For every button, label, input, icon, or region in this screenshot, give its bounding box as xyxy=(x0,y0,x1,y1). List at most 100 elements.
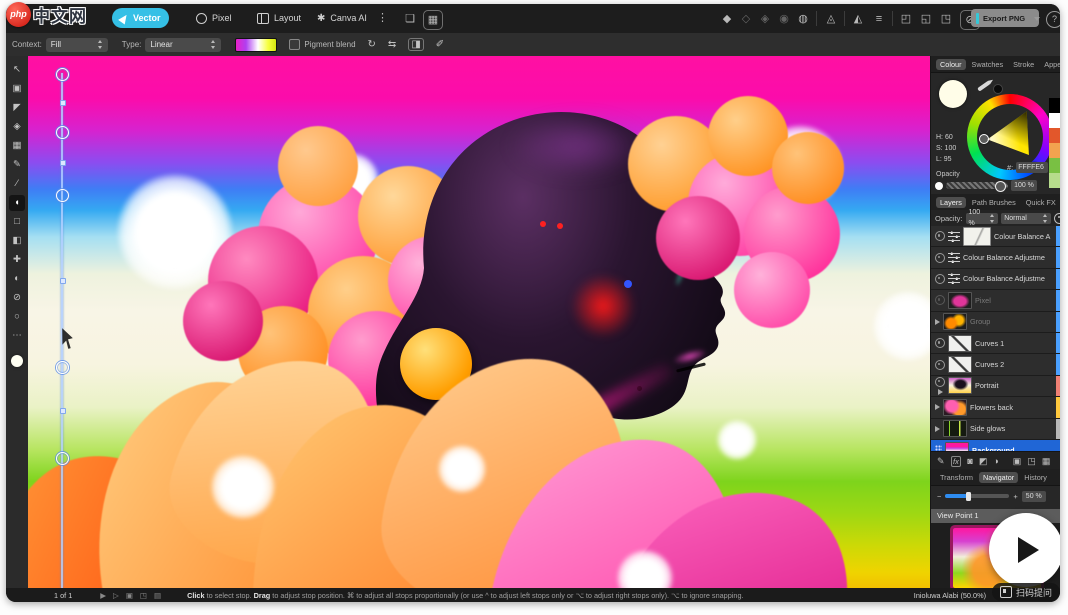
swatch[interactable] xyxy=(1049,143,1060,158)
current-colour-swatch[interactable] xyxy=(939,80,967,108)
gradient-midpoint-handle[interactable] xyxy=(59,160,66,166)
gradient-stop-handle[interactable] xyxy=(56,126,69,139)
insert-frame-icon[interactable]: ▦ xyxy=(423,10,443,30)
expand-arrow-icon[interactable] xyxy=(935,404,940,411)
navigator-preview[interactable] xyxy=(931,513,1060,588)
swatch[interactable] xyxy=(1049,173,1060,188)
persona-pixel-button[interactable]: Pixel xyxy=(188,8,240,28)
shape-tool[interactable]: ◧ xyxy=(9,233,25,249)
more-tools-button[interactable]: ⋯ xyxy=(9,328,25,344)
context-select[interactable]: Fill xyxy=(45,37,108,52)
swatch[interactable] xyxy=(1049,98,1060,113)
gradient-midpoint-handle[interactable] xyxy=(59,408,66,414)
delete-layer-icon[interactable]: ▦ xyxy=(1042,456,1051,467)
tab-path-brushes[interactable]: Path Brushes xyxy=(968,197,1020,208)
layer-effects-icon[interactable]: fx xyxy=(950,455,962,467)
current-colour-indicator[interactable] xyxy=(11,355,23,367)
tab-appearance[interactable]: Appearance xyxy=(1040,59,1060,70)
crop-tool[interactable]: ✚ xyxy=(9,252,25,268)
artboard-tool[interactable]: ▣ xyxy=(9,81,25,97)
add-layer-icon[interactable]: ◳ xyxy=(1027,456,1036,467)
gear-icon[interactable] xyxy=(1054,212,1060,224)
gradient-type-select[interactable]: Linear xyxy=(145,37,222,52)
visibility-icon[interactable] xyxy=(935,338,945,349)
alignment-icon[interactable]: ≡ xyxy=(870,10,888,28)
persona-overflow-menu-icon[interactable]: ⋮ xyxy=(377,11,388,24)
expand-arrow-icon[interactable] xyxy=(937,388,943,395)
gradient-stop-handle[interactable] xyxy=(56,189,69,202)
live-filter-icon[interactable]: ◑ xyxy=(993,456,998,466)
insert-behind-icon[interactable]: ◰ xyxy=(897,10,915,28)
swatch[interactable] xyxy=(1049,158,1060,173)
snapping-icon[interactable]: ◬ xyxy=(822,10,840,28)
reverse-gradient-icon[interactable]: ⇆ xyxy=(388,39,396,50)
layer-row[interactable]: Group xyxy=(931,311,1060,333)
video-play-button[interactable] xyxy=(989,513,1060,587)
eyedropper-icon[interactable] xyxy=(977,80,991,92)
visibility-icon[interactable] xyxy=(935,376,945,387)
duplicate-icon[interactable]: ◳ xyxy=(140,591,147,600)
hex-input[interactable]: FFFFE6 xyxy=(1016,162,1049,173)
tab-stroke[interactable]: Stroke xyxy=(1009,59,1038,70)
rotate-gradient-icon[interactable]: ↻ xyxy=(368,39,376,50)
layer-row[interactable]: Curves 2 xyxy=(931,354,1060,376)
layer-row[interactable]: Colour Balance A xyxy=(931,226,1060,248)
visibility-icon[interactable] xyxy=(935,359,945,370)
style-picker-tool[interactable]: ⊘ xyxy=(9,290,25,306)
tab-history[interactable]: History xyxy=(1020,472,1051,483)
rectangle-tool[interactable]: □ xyxy=(9,214,25,230)
expand-arrow-icon[interactable] xyxy=(935,318,940,325)
zoom-out-button[interactable]: − xyxy=(937,492,941,501)
swatch[interactable] xyxy=(1049,128,1060,143)
gradient-midpoint-handle[interactable] xyxy=(59,278,66,284)
fill-tool[interactable]: ◐ xyxy=(9,271,25,287)
blend-mode-select[interactable]: Normal xyxy=(1001,212,1052,224)
tab-colour[interactable]: Colour xyxy=(936,58,966,70)
zoom-slider-knob[interactable] xyxy=(965,491,971,501)
persona-layout-button[interactable]: Layout xyxy=(249,8,309,28)
secondary-colour-dot[interactable] xyxy=(993,84,1003,94)
tab-navigator[interactable]: Navigator xyxy=(978,471,1019,483)
persona-canva-ai-button[interactable]: ✱ Canva AI xyxy=(309,8,375,28)
group-layers-icon[interactable]: ▣ xyxy=(1013,456,1022,467)
opacity-value[interactable]: 100 % xyxy=(1011,180,1037,191)
vector-brush-tool[interactable]: ◖ xyxy=(9,195,25,211)
sample-colour-icon[interactable]: ✐ xyxy=(436,39,444,50)
next-page-icon[interactable]: ▷ xyxy=(113,591,119,600)
boolean-intersect-icon[interactable]: ◈ xyxy=(756,10,774,28)
node-tool[interactable]: ◤ xyxy=(9,100,25,116)
gradient-stop-handle[interactable] xyxy=(56,361,69,374)
corner-tool[interactable]: ◈ xyxy=(9,119,25,135)
gradient-stop-handle[interactable] xyxy=(56,452,69,465)
chevron-down-icon[interactable] xyxy=(1034,17,1040,21)
tab-transform[interactable]: Transform xyxy=(936,472,977,483)
opacity-slider[interactable] xyxy=(946,181,1008,192)
visibility-icon[interactable] xyxy=(935,252,945,263)
opacity-slider-handle[interactable] xyxy=(995,181,1006,192)
fit-view-icon[interactable]: ▣ xyxy=(126,591,133,600)
insert-inside-icon[interactable]: ◱ xyxy=(917,10,935,28)
persona-vector-button[interactable]: Vector xyxy=(112,8,169,28)
pencil-tool[interactable]: ∕ xyxy=(9,176,25,192)
transparency-tool[interactable]: ▦ xyxy=(9,138,25,154)
move-tool[interactable]: ↖ xyxy=(9,62,25,78)
layer-row[interactable]: Flowers back xyxy=(931,397,1060,419)
zoom-slider[interactable] xyxy=(945,491,1010,501)
pages-icon[interactable]: ▤ xyxy=(154,591,161,600)
boolean-combine-icon[interactable]: ◍ xyxy=(794,10,812,28)
help-button[interactable]: ? xyxy=(1046,11,1060,28)
export-png-button[interactable]: Export PNG xyxy=(971,9,1039,27)
zoom-tool[interactable]: ○ xyxy=(9,309,25,325)
swatch[interactable] xyxy=(1049,113,1060,128)
adjustment-layer-icon[interactable]: ◩ xyxy=(979,456,988,467)
play-preview-icon[interactable]: ▶ xyxy=(100,591,106,600)
maintain-fill-aspect-icon[interactable]: ◨ xyxy=(408,38,424,51)
zoom-value[interactable]: 50 % xyxy=(1021,490,1046,502)
tab-swatches[interactable]: Swatches xyxy=(968,59,1008,70)
visibility-icon[interactable] xyxy=(935,231,945,242)
gradient-preview-swatch[interactable] xyxy=(235,37,278,52)
layer-row[interactable]: Curves 1 xyxy=(931,332,1060,355)
boolean-add-icon[interactable]: ◆ xyxy=(718,10,736,28)
layer-row[interactable]: Colour Balance Adjustme xyxy=(931,268,1060,291)
tab-layers[interactable]: Layers xyxy=(936,196,966,208)
